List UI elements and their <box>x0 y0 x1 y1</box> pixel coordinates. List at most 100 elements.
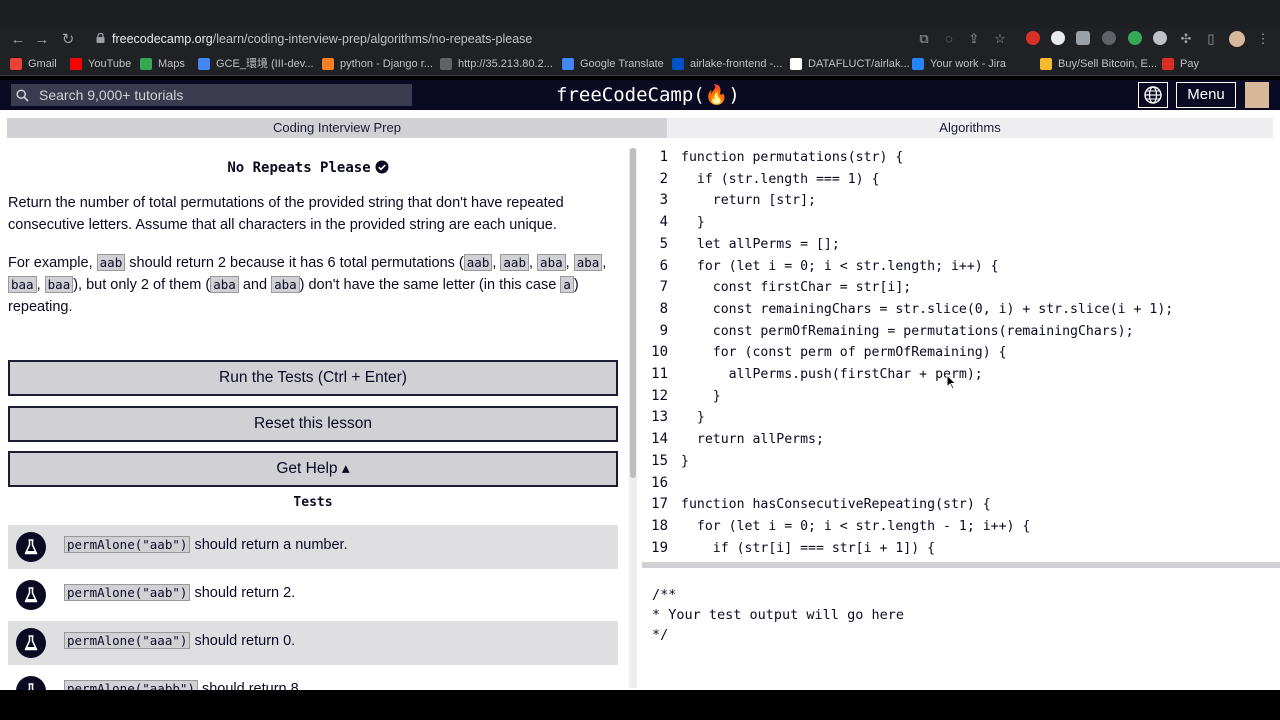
line-number: 19 <box>651 539 668 556</box>
bookmark-item[interactable]: GCE_環境 (III-dev... <box>198 56 314 72</box>
reload-icon[interactable]: ↻ <box>58 30 78 50</box>
extension-icon[interactable] <box>1026 31 1040 45</box>
url-host: freecodecamp.org <box>112 32 213 46</box>
mouse-cursor-icon <box>946 374 956 390</box>
code-line[interactable]: function permutations(str) { <box>681 150 903 165</box>
globe-icon <box>1144 86 1162 104</box>
profile-avatar[interactable] <box>1229 31 1245 47</box>
code-line[interactable]: if (str.length === 1) { <box>681 172 880 187</box>
instructions-scrollbar-thumb[interactable] <box>630 148 636 478</box>
test-status-icon <box>16 580 46 610</box>
line-number: 3 <box>659 192 668 209</box>
bookmark-item[interactable]: Gmail <box>10 56 57 72</box>
test-row: permAlone("aab") should return a number. <box>8 525 618 569</box>
kebab-menu-icon[interactable]: ⋮ <box>1255 31 1271 47</box>
bookmark-item[interactable]: YouTube <box>70 56 131 72</box>
bookmark-item[interactable]: Pay <box>1162 56 1199 72</box>
test-status-icon <box>16 532 46 562</box>
code-line[interactable]: for (const perm of permOfRemaining) { <box>681 345 1007 360</box>
test-row: permAlone("aaa") should return 0. <box>8 621 618 665</box>
code-line[interactable]: const permOfRemaining = permutations(rem… <box>681 324 1134 339</box>
code-line[interactable]: return allPerms; <box>681 432 824 447</box>
bookmark-label: YouTube <box>88 58 132 70</box>
test-text: should return 8. <box>197 681 303 690</box>
tests-heading: Tests <box>293 495 333 510</box>
bookmark-item[interactable]: Google Translate <box>562 56 664 72</box>
test-code: permAlone("aab") <box>64 536 191 553</box>
line-number: 8 <box>659 300 668 317</box>
example-text: ) don't have the same letter (in this ca… <box>299 277 561 293</box>
code-line[interactable]: } <box>681 454 689 469</box>
breadcrumb-block[interactable]: Algorithms <box>667 118 1273 138</box>
fcc-logo[interactable]: freeCodeCamp(🔥) <box>556 82 756 108</box>
bookmark-item[interactable]: DATAFLUCT/airlak... <box>790 56 910 72</box>
search-input[interactable]: Search 9,000+ tutorials <box>11 84 412 106</box>
code-line[interactable]: } <box>681 389 721 404</box>
get-help-button[interactable]: Get Help ▴ <box>8 451 618 487</box>
eye-off-icon[interactable]: ◌ <box>941 31 957 47</box>
challenge-title: No Repeats Please <box>227 160 371 176</box>
code-line[interactable]: for (let i = 0; i < str.length - 1; i++)… <box>681 519 1030 534</box>
bookmark-item[interactable]: python - Django r... <box>322 56 433 72</box>
bookmark-item[interactable]: Buy/Sell Bitcoin, E... <box>1040 56 1157 72</box>
inline-code: baa <box>44 276 74 293</box>
code-editor[interactable]: 1 function permutations(str) { 2 if (str.l… <box>642 146 1280 562</box>
bookmark-favicon-icon <box>440 58 452 70</box>
back-icon[interactable]: ← <box>8 30 28 50</box>
bookmark-label: Buy/Sell Bitcoin, E... <box>1058 58 1158 70</box>
extension-icon[interactable] <box>1051 31 1065 45</box>
challenge-example: For example, aab should return 2 because… <box>8 254 607 315</box>
line-number: 2 <box>659 170 668 187</box>
test-code: permAlone("aaa") <box>64 632 191 649</box>
address-bar[interactable]: freecodecamp.org/learn/coding-interview-… <box>88 28 1028 50</box>
bookmark-star-icon[interactable]: ☆ <box>992 31 1008 47</box>
search-icon <box>16 89 29 102</box>
code-line[interactable]: for (let i = 0; i < str.length; i++) { <box>681 259 999 274</box>
puzzle-icon[interactable]: ✣ <box>1178 31 1194 47</box>
bookmark-favicon-icon <box>322 58 334 70</box>
line-number: 18 <box>651 517 668 534</box>
code-line[interactable]: if (str[i] === str[i + 1]) { <box>681 541 935 556</box>
open-external-icon[interactable]: ⧉ <box>916 31 932 47</box>
line-number: 12 <box>651 387 668 404</box>
code-line[interactable]: let allPerms = []; <box>681 237 840 252</box>
code-line[interactable]: const remainingChars = str.slice(0, i) +… <box>681 302 1174 317</box>
code-line[interactable]: const firstChar = str[i]; <box>681 280 912 295</box>
line-number: 15 <box>651 452 668 469</box>
bookmark-label: http://35.213.80.2... <box>458 58 553 70</box>
code-line[interactable]: return [str]; <box>681 193 816 208</box>
bookmark-favicon-icon <box>1162 58 1174 70</box>
extension-icon[interactable] <box>1128 31 1142 45</box>
test-status-icon <box>16 676 46 690</box>
inline-code: aab <box>500 254 529 271</box>
extension-icon[interactable] <box>1153 31 1167 45</box>
line-number: 5 <box>659 235 668 252</box>
bookmark-item[interactable]: http://35.213.80.2... <box>440 56 553 72</box>
bookmark-item[interactable]: airlake-frontend -... <box>672 56 782 72</box>
test-row: permAlone("aabb") should return 8. <box>8 669 618 690</box>
line-number: 1 <box>659 149 668 165</box>
sidebar-icon[interactable]: ▯ <box>1203 31 1219 47</box>
user-avatar[interactable] <box>1245 82 1269 108</box>
language-button[interactable] <box>1138 82 1168 108</box>
code-line[interactable]: } <box>681 215 705 230</box>
test-description: permAlone("aab") should return a number. <box>64 536 348 553</box>
menu-button[interactable]: Menu <box>1176 82 1236 108</box>
test-description: permAlone("aab") should return 2. <box>64 584 295 601</box>
code-line[interactable]: function hasConsecutiveRepeating(str) { <box>681 497 991 512</box>
bookmark-item[interactable]: Maps <box>140 56 185 72</box>
share-icon[interactable]: ⇪ <box>966 31 982 47</box>
challenge-title-wrap: No Repeats Please <box>0 160 626 176</box>
run-tests-button[interactable]: Run the Tests (Ctrl + Enter) <box>8 360 618 396</box>
breadcrumb-superblock[interactable]: Coding Interview Prep <box>7 118 667 138</box>
extension-icon[interactable] <box>1102 31 1116 45</box>
bookmark-favicon-icon <box>70 58 82 70</box>
reset-lesson-button[interactable]: Reset this lesson <box>8 406 618 442</box>
bookmark-item[interactable]: Your work - Jira <box>912 56 1006 72</box>
forward-icon[interactable]: → <box>32 30 52 50</box>
extension-icon[interactable] <box>1076 31 1090 45</box>
code-line[interactable]: } <box>681 410 705 425</box>
url-path: /learn/coding-interview-prep/algorithms/… <box>212 32 533 46</box>
code-line[interactable]: allPerms.push(firstChar + perm); <box>681 367 983 382</box>
output-line: */ <box>652 627 669 643</box>
